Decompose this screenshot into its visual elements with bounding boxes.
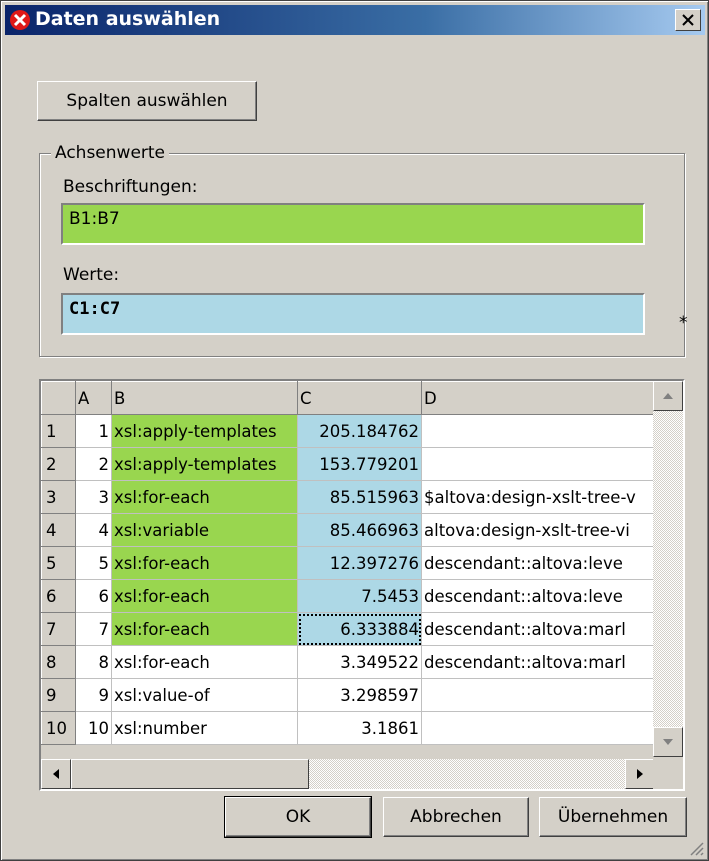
cell-a[interactable]: 8 bbox=[75, 645, 112, 679]
cell-a[interactable]: 10 bbox=[75, 711, 112, 745]
table-row[interactable]: 10 10 xsl:number 3.1861 bbox=[41, 711, 656, 745]
arrow-up-icon bbox=[663, 393, 673, 399]
row-header[interactable]: 7 bbox=[41, 612, 76, 646]
cell-b[interactable]: xsl:value-of bbox=[111, 678, 298, 712]
title-bar[interactable]: Daten auswählen bbox=[5, 5, 705, 35]
cell-a[interactable]: 7 bbox=[75, 612, 112, 646]
table-row[interactable]: 3 3 xsl:for-each 85.515963 $altova:design-xs… bbox=[41, 480, 656, 514]
row-header[interactable]: 8 bbox=[41, 645, 76, 679]
cell-a[interactable]: 3 bbox=[75, 480, 112, 514]
cell-c[interactable]: 205.184762 bbox=[297, 414, 422, 448]
table-row[interactable]: 6 6 xsl:for-each 7.5453 descendant::altova:l… bbox=[41, 579, 656, 613]
cell-b[interactable]: xsl:apply-templates bbox=[111, 414, 298, 448]
cell-d[interactable]: descendant::altova:marl bbox=[421, 645, 656, 679]
cell-a[interactable]: 6 bbox=[75, 579, 112, 613]
cell-b[interactable]: xsl:for-each bbox=[111, 480, 298, 514]
row-header[interactable]: 9 bbox=[41, 678, 76, 712]
cell-c[interactable]: 85.466963 bbox=[297, 513, 422, 547]
row-header[interactable]: 2 bbox=[41, 447, 76, 481]
table-row[interactable]: 5 5 xsl:for-each 12.397276 descendant::altov… bbox=[41, 546, 656, 580]
ok-button[interactable]: OK bbox=[224, 796, 372, 838]
horizontal-scroll-thumb[interactable] bbox=[71, 759, 309, 789]
cell-a[interactable]: 1 bbox=[75, 414, 112, 448]
row-header[interactable]: 1 bbox=[41, 414, 76, 448]
scroll-right-button[interactable] bbox=[625, 759, 655, 789]
scroll-down-button[interactable] bbox=[653, 727, 683, 757]
cell-c[interactable]: 153.779201 bbox=[297, 447, 422, 481]
table-row[interactable]: 8 8 xsl:for-each 3.349522 descendant::altova… bbox=[41, 645, 656, 679]
labels-label: Beschriftungen: bbox=[63, 177, 198, 197]
arrow-down-icon bbox=[663, 739, 673, 745]
cell-d[interactable] bbox=[421, 711, 656, 745]
cell-c[interactable]: 3.1861 bbox=[297, 711, 422, 745]
resize-grip-icon[interactable] bbox=[686, 838, 704, 856]
select-columns-button[interactable]: Spalten auswählen bbox=[37, 81, 257, 121]
header-row: A B C D bbox=[41, 381, 656, 415]
window-title: Daten auswählen bbox=[35, 8, 221, 30]
cell-b[interactable]: xsl:for-each bbox=[111, 612, 298, 646]
table-row[interactable]: 7 7 xsl:for-each 6.333884 descendant::altova… bbox=[41, 612, 656, 646]
column-header-a[interactable]: A bbox=[75, 381, 112, 415]
arrow-right-icon bbox=[637, 769, 643, 779]
table-row[interactable]: 2 2 xsl:apply-templates 153.779201 bbox=[41, 447, 656, 481]
cell-b[interactable]: xsl:number bbox=[111, 711, 298, 745]
data-grid[interactable]: A B C D 1 1 xsl:apply-templates 205.184762 2… bbox=[39, 379, 685, 791]
scroll-left-button[interactable] bbox=[41, 759, 71, 789]
cell-d[interactable]: descendant::altova:marl bbox=[421, 612, 656, 646]
cell-b[interactable]: xsl:for-each bbox=[111, 645, 298, 679]
values-label: Werte: bbox=[63, 265, 120, 285]
table-row[interactable]: 1 1 xsl:apply-templates 205.184762 bbox=[41, 414, 656, 448]
required-asterisk: * bbox=[679, 313, 688, 333]
table-row[interactable]: 9 9 xsl:value-of 3.298597 bbox=[41, 678, 656, 712]
labels-range-field[interactable]: B1:B7 bbox=[61, 203, 645, 245]
cell-c[interactable]: 12.397276 bbox=[297, 546, 422, 580]
column-header-d[interactable]: D bbox=[421, 381, 656, 415]
cell-c[interactable]: 7.5453 bbox=[297, 579, 422, 613]
row-header[interactable]: 4 bbox=[41, 513, 76, 547]
vertical-scrollbar[interactable] bbox=[653, 381, 683, 757]
corner-header bbox=[41, 381, 76, 415]
apply-button[interactable]: Übernehmen bbox=[539, 797, 687, 837]
horizontal-scrollbar[interactable] bbox=[41, 759, 655, 789]
cell-d[interactable] bbox=[421, 414, 656, 448]
arrow-left-icon bbox=[53, 769, 59, 779]
cell-c[interactable]: 85.515963 bbox=[297, 480, 422, 514]
cell-c[interactable]: 3.298597 bbox=[297, 678, 422, 712]
cell-d[interactable]: $altova:design-xslt-tree-v bbox=[421, 480, 656, 514]
cell-c[interactable]: 3.349522 bbox=[297, 645, 422, 679]
cell-d[interactable]: altova:design-xslt-tree-vi bbox=[421, 513, 656, 547]
scroll-up-button[interactable] bbox=[653, 381, 683, 411]
cell-d[interactable]: descendant::altova:leve bbox=[421, 579, 656, 613]
cell-a[interactable]: 9 bbox=[75, 678, 112, 712]
cell-c[interactable]: 6.333884 bbox=[297, 612, 422, 646]
cell-b[interactable]: xsl:for-each bbox=[111, 546, 298, 580]
cell-d[interactable]: descendant::altova:leve bbox=[421, 546, 656, 580]
values-range-field[interactable]: C1:C7 bbox=[61, 293, 645, 335]
close-icon bbox=[682, 14, 694, 26]
row-header[interactable]: 3 bbox=[41, 480, 76, 514]
row-header[interactable]: 5 bbox=[41, 546, 76, 580]
select-data-dialog: Daten auswählen Spalten auswählen Achsen… bbox=[0, 0, 709, 861]
cell-a[interactable]: 5 bbox=[75, 546, 112, 580]
column-header-c[interactable]: C bbox=[297, 381, 422, 415]
close-button[interactable] bbox=[675, 9, 701, 31]
column-header-b[interactable]: B bbox=[111, 381, 298, 415]
cell-b[interactable]: xsl:variable bbox=[111, 513, 298, 547]
axis-values-legend: Achsenwerte bbox=[51, 143, 170, 163]
row-header[interactable]: 10 bbox=[41, 711, 76, 745]
cancel-button[interactable]: Abbrechen bbox=[383, 797, 529, 837]
cell-b[interactable]: xsl:for-each bbox=[111, 579, 298, 613]
cell-a[interactable]: 4 bbox=[75, 513, 112, 547]
data-table: A B C D 1 1 xsl:apply-templates 205.184762 2… bbox=[41, 381, 656, 745]
table-row[interactable]: 4 4 xsl:variable 85.466963 altova:design-xsl… bbox=[41, 513, 656, 547]
cell-b[interactable]: xsl:apply-templates bbox=[111, 447, 298, 481]
row-header[interactable]: 6 bbox=[41, 579, 76, 613]
cell-d[interactable] bbox=[421, 678, 656, 712]
cell-d[interactable] bbox=[421, 447, 656, 481]
altova-app-icon bbox=[10, 10, 30, 30]
scrollbar-corner bbox=[653, 759, 683, 789]
cell-a[interactable]: 2 bbox=[75, 447, 112, 481]
